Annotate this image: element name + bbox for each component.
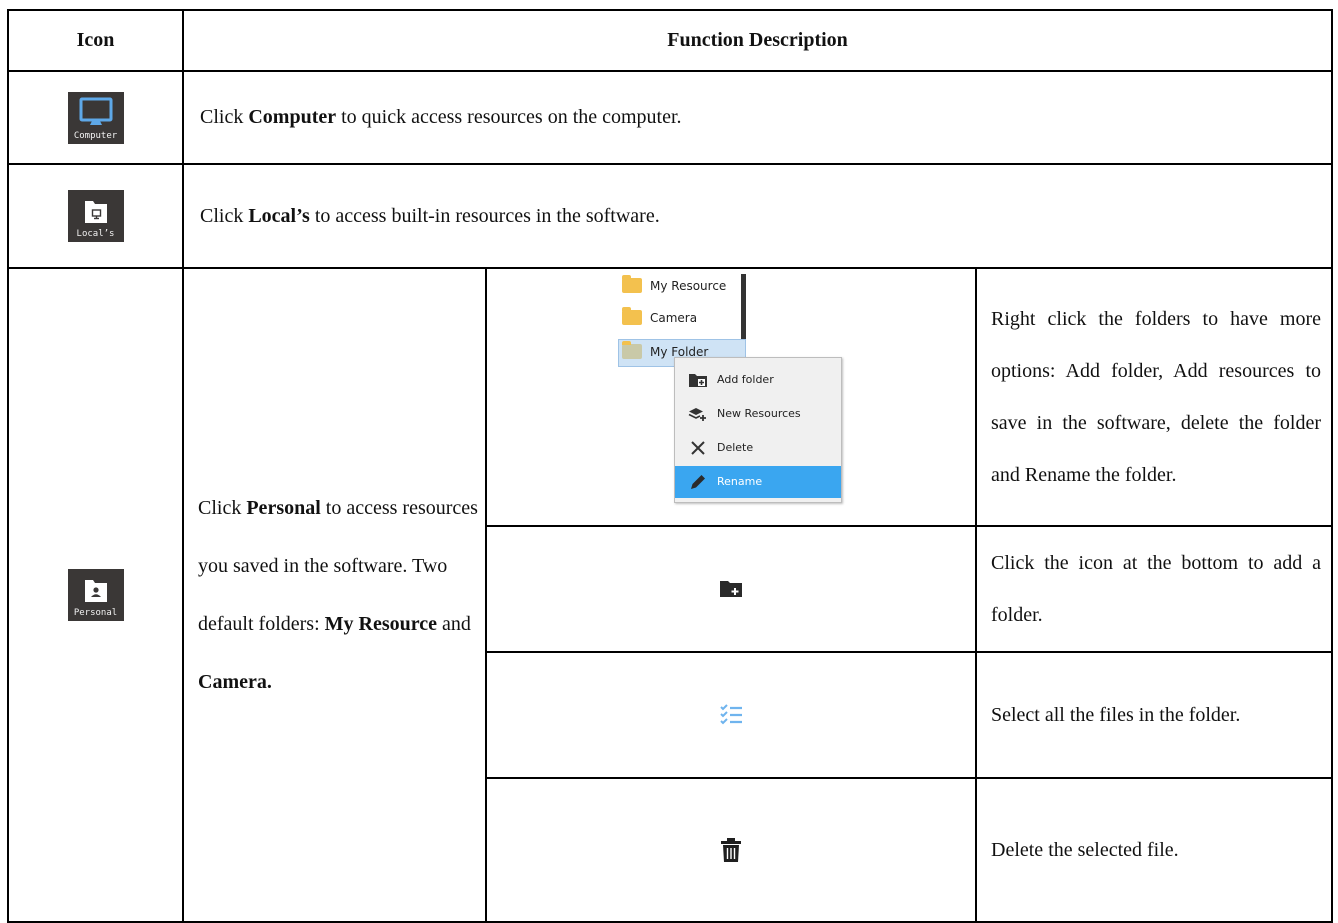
computer-keyword: Computer	[248, 106, 337, 128]
close-icon	[687, 438, 709, 458]
select-all-description: Select all the files in the folder.	[974, 651, 1334, 779]
personal-tile-label: Personal	[73, 608, 118, 618]
personal-icon-cell: Personal	[7, 267, 184, 923]
header-row: Icon Function Description	[7, 9, 1334, 72]
menu-item-rename[interactable]: Rename	[675, 465, 841, 498]
trash-icon	[487, 837, 975, 863]
trash-icon-cell	[485, 777, 977, 923]
personal-keyword: Personal	[246, 497, 321, 519]
folder-item-my-resource[interactable]: My Resource	[622, 273, 726, 299]
computer-tile-label: Computer	[73, 130, 118, 141]
table-row-locals: Local’s Click Local’s to access built-in…	[7, 163, 1334, 269]
menu-item-add-folder[interactable]: Add folder	[675, 364, 841, 396]
locals-keyword: Local’s	[248, 204, 310, 227]
locals-tile-label: Local’s	[76, 229, 115, 239]
folder-item-camera[interactable]: Camera	[622, 305, 697, 331]
locals-description: Click Local’s to access built-in resourc…	[181, 163, 1334, 269]
layers-add-icon	[687, 404, 709, 424]
folder-icon	[622, 275, 642, 293]
my-resource-keyword: My Resource	[324, 613, 437, 635]
menu-item-new-resources[interactable]: New Resources	[675, 398, 841, 430]
personal-description: Click Personal to access resources you s…	[182, 267, 487, 923]
delete-description: Delete the selected file.	[974, 777, 1334, 923]
add-folder-icon	[487, 579, 975, 599]
icon-column-header: Icon	[7, 9, 184, 72]
locals-tile: Local’s	[67, 190, 124, 242]
computer-icon-cell: Computer	[7, 70, 184, 165]
locals-icon-cell: Local’s	[7, 163, 184, 269]
function-table: Icon Function Description Computer Click…	[7, 9, 1334, 923]
context-menu: Add folder New Resources Delete Rename	[674, 356, 842, 503]
context-menu-screenshot-cell: My Resource Camera My Folder Add folder	[485, 267, 977, 527]
select-all-icon-cell	[485, 651, 977, 779]
table-row-personal-options: Personal Click Personal to access resour…	[7, 267, 1334, 923]
add-folder-icon-cell	[485, 525, 977, 653]
add-folder-icon	[687, 370, 709, 390]
add-folder-description: Click the icon at the bottom to add a fo…	[974, 525, 1334, 653]
personal-tile: Personal	[67, 569, 124, 621]
camera-keyword: Camera.	[198, 671, 272, 693]
description-column-header: Function Description	[181, 9, 1334, 72]
table-row-computer: Computer Click Computer to quick access …	[7, 70, 1334, 165]
options-description: Right click the folders to have more opt…	[974, 267, 1334, 527]
context-menu-screenshot: My Resource Camera My Folder Add folder	[616, 270, 846, 525]
select-all-icon	[487, 704, 975, 726]
pencil-icon	[687, 472, 709, 492]
folder-icon	[622, 307, 642, 325]
menu-item-delete[interactable]: Delete	[675, 432, 841, 464]
computer-description: Click Computer to quick access resources…	[181, 70, 1334, 165]
function-table-document: Icon Function Description Computer Click…	[7, 9, 1334, 923]
computer-tile: Computer	[67, 91, 124, 144]
folder-icon	[622, 341, 642, 359]
